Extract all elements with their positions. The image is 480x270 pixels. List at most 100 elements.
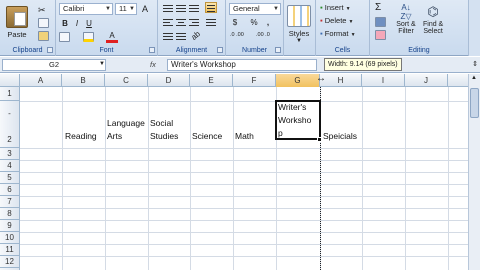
column-header-g[interactable]: G (276, 74, 320, 87)
copy-icon[interactable] (38, 18, 49, 28)
merge-center-icon[interactable] (205, 17, 217, 28)
decrease-indent-icon[interactable] (162, 31, 174, 42)
ribbon-scroll-arrows[interactable] (468, 0, 480, 56)
cell-e2[interactable]: Science (192, 131, 222, 141)
column-header-h[interactable]: H (320, 74, 362, 87)
column-header-i[interactable]: I (362, 74, 405, 87)
align-right-icon[interactable] (188, 17, 200, 28)
cell-b2[interactable]: Reading (65, 131, 97, 141)
number-format-combo[interactable]: General ▼ (229, 3, 281, 15)
row-header-11[interactable]: 11 (0, 244, 20, 256)
cut-icon[interactable]: ✂ (38, 5, 49, 15)
styles-label: Styles (288, 29, 310, 38)
number-launcher[interactable] (275, 47, 281, 53)
row-header-7[interactable]: 7 (0, 196, 20, 208)
row-header-4[interactable]: 4 (0, 160, 20, 172)
gridline (20, 256, 468, 257)
align-middle-icon[interactable] (175, 3, 187, 14)
align-top-icon[interactable] (162, 3, 174, 14)
fill-color-icon[interactable] (83, 32, 94, 42)
column-header-f[interactable]: F (233, 74, 276, 87)
format-painter-icon[interactable] (38, 31, 49, 41)
alignment-launcher[interactable] (217, 47, 223, 53)
vertical-scrollbar[interactable]: ▲ (468, 74, 480, 270)
scroll-up-arrow-icon[interactable]: ▲ (471, 75, 477, 81)
row-header-6[interactable]: 6 (0, 184, 20, 196)
font-color-button[interactable]: A (106, 31, 118, 43)
row-header-12[interactable]: 12 (0, 256, 20, 268)
align-bottom-icon[interactable] (188, 3, 200, 14)
gridline (20, 160, 468, 161)
cell-f2[interactable]: Math (235, 131, 254, 141)
font-size-combo[interactable]: 11 ▼ (115, 3, 137, 15)
tooltip-text: Width: 9.14 (69 pixels) (328, 61, 398, 68)
column-header-j[interactable]: J (405, 74, 448, 87)
grow-font-button[interactable]: A (139, 3, 151, 15)
row-header-3[interactable]: 3 (0, 148, 20, 160)
cell-d2-line1[interactable]: Social (150, 118, 173, 128)
align-left-icon[interactable] (162, 17, 174, 28)
row-header-10[interactable]: 10 (0, 232, 20, 244)
cell-h2[interactable]: Speicials (323, 131, 357, 141)
column-header-d[interactable]: D (148, 74, 190, 87)
chevron-down-icon: ▼ (345, 6, 351, 12)
format-label: Format (324, 29, 349, 38)
cell-c2-line2[interactable]: Arts (107, 131, 122, 141)
underline-button[interactable]: U (83, 18, 95, 30)
font-name-combo[interactable]: Calibri ▼ (59, 3, 113, 15)
select-all-corner[interactable] (0, 74, 20, 87)
row-header-8[interactable]: 8 (0, 208, 20, 220)
decrease-decimal-button[interactable]: .00 .0 (256, 32, 270, 38)
cell-d2-line2[interactable]: Studies (150, 131, 178, 141)
increase-indent-icon[interactable] (175, 31, 187, 42)
styles-button[interactable]: Styles ▼ (287, 5, 311, 44)
gridline (20, 101, 468, 102)
bold-button[interactable]: B (59, 18, 71, 30)
currency-button[interactable]: $ (229, 17, 241, 29)
row-header-1[interactable]: 1 (0, 87, 20, 101)
sort-filter-button[interactable]: A↓ Z▽ Sort & Filter (396, 3, 416, 35)
sort-label-1: Sort & (396, 21, 416, 28)
font-launcher[interactable] (149, 47, 155, 53)
fill-handle[interactable] (317, 137, 322, 142)
expand-formula-bar-icon[interactable]: ⇕ (472, 60, 478, 68)
scroll-thumb[interactable] (470, 88, 479, 118)
chevron-down-icon[interactable]: ▼ (99, 61, 105, 67)
paste-button[interactable]: Paste (6, 6, 28, 39)
column-headers: A B C D E F G H I J ↔ (0, 73, 480, 87)
column-header-c[interactable]: C (105, 74, 148, 87)
find-select-button[interactable]: ⌬ Find & Select (423, 3, 443, 35)
delete-button[interactable]: ▪ Delete ▼ (320, 16, 354, 25)
orientation-icon[interactable]: ab (188, 28, 205, 45)
align-center-icon[interactable] (175, 17, 187, 28)
column-resize-cursor-icon[interactable]: ↔ (316, 73, 326, 84)
row-header-2[interactable]: - 2 (0, 101, 20, 148)
fx-icon[interactable]: fx (150, 60, 156, 69)
chevron-down-icon: ▼ (350, 32, 356, 38)
name-box[interactable]: G2 (2, 59, 106, 71)
row-header-5[interactable]: 5 (0, 172, 20, 184)
insert-button[interactable]: ▪ Insert ▼ (320, 3, 351, 12)
increase-decimal-button[interactable]: .0 .00 (230, 32, 244, 38)
column-width-tooltip: Width: 9.14 (69 pixels) (324, 58, 402, 71)
italic-button[interactable]: I (71, 18, 83, 30)
column-header-b[interactable]: B (62, 74, 105, 87)
borders-icon[interactable] (59, 32, 70, 42)
clear-icon[interactable] (375, 30, 386, 40)
formula-input[interactable]: Writer's Workshop (167, 59, 317, 71)
fill-icon[interactable] (375, 17, 386, 27)
comma-button[interactable]: , (262, 17, 274, 29)
autosum-button[interactable]: Σ (375, 2, 381, 13)
font-size-value: 11 (119, 4, 127, 13)
format-button[interactable]: ▪ Format ▼ (320, 29, 356, 38)
wrap-text-icon[interactable] (205, 2, 217, 13)
gridline (105, 87, 106, 270)
column-header-e[interactable]: E (190, 74, 233, 87)
clipboard-launcher[interactable] (47, 47, 53, 53)
cell-c2-line1[interactable]: Language (107, 118, 145, 128)
column-header-a[interactable]: A (20, 74, 62, 87)
percent-button[interactable]: % (248, 17, 260, 29)
cell-g2-line2: Worksho (278, 115, 312, 125)
row-header-9[interactable]: 9 (0, 220, 20, 232)
gridline (20, 184, 468, 185)
